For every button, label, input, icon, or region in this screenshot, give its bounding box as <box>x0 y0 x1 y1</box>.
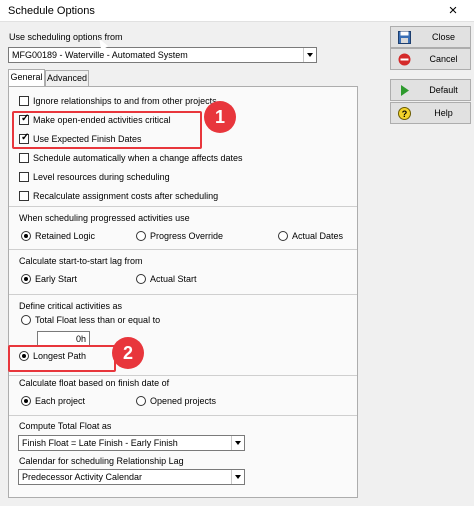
help-button-label: Help <box>434 108 453 118</box>
default-button[interactable]: Default <box>390 79 471 101</box>
retained-logic-radio[interactable] <box>21 231 31 241</box>
early-start-radio[interactable] <box>21 274 31 284</box>
cancel-button-label: Cancel <box>429 54 458 64</box>
window-close-icon[interactable]: × <box>440 1 466 21</box>
radio-selected-dot <box>24 234 28 238</box>
calendar-dropdown[interactable]: Predecessor Activity Calendar <box>18 469 245 485</box>
scheduling-source-dropdown[interactable]: MFG00189 - Waterville - Automated System <box>8 47 317 63</box>
level-resources-checkbox[interactable] <box>19 172 29 182</box>
float-basis-heading: Calculate float based on finish date of <box>19 378 170 388</box>
radio-selected-dot <box>24 277 28 281</box>
title-bar: Schedule Options × <box>0 0 474 22</box>
chevron-down-icon[interactable] <box>303 48 316 62</box>
divider <box>9 206 357 207</box>
recalc-costs-label: Recalculate assignment costs after sched… <box>33 191 219 201</box>
save-disk-icon <box>398 31 411 44</box>
critical-heading: Define critical activities as <box>19 301 123 311</box>
callout-badge-2: 2 <box>112 337 144 369</box>
total-float-compute-heading: Compute Total Float as <box>19 421 112 431</box>
progress-override-radio[interactable] <box>136 231 146 241</box>
opened-projects-label: Opened projects <box>150 396 217 406</box>
callout-box-1 <box>12 111 202 149</box>
divider <box>9 249 357 250</box>
actual-start-radio[interactable] <box>136 274 146 284</box>
radio-selected-dot <box>24 399 28 403</box>
scheduling-source-label: Use scheduling options from <box>9 32 123 42</box>
total-float-value: 0h <box>75 334 86 344</box>
divider <box>9 375 357 376</box>
close-button[interactable]: Close <box>390 26 471 48</box>
callout-box-2 <box>8 345 116 372</box>
divider <box>9 415 357 416</box>
cancel-button[interactable]: Cancel <box>390 48 471 70</box>
recalc-costs-checkbox[interactable] <box>19 191 29 201</box>
tab-general-label: General <box>10 72 43 82</box>
auto-schedule-checkbox[interactable] <box>19 153 29 163</box>
total-float-label: Total Float less than or equal to <box>35 315 161 325</box>
cancel-circle-icon <box>398 53 411 66</box>
help-question-icon: ? <box>398 107 411 120</box>
ignore-relationships-label: Ignore relationships to and from other p… <box>33 96 217 106</box>
actual-start-label: Actual Start <box>150 274 197 284</box>
progressed-heading: When scheduling progressed activities us… <box>19 213 190 223</box>
total-float-compute-value: Finish Float = Late Finish - Early Finis… <box>22 438 178 448</box>
each-project-radio[interactable] <box>21 396 31 406</box>
calendar-value: Predecessor Activity Calendar <box>22 472 143 482</box>
chevron-down-icon[interactable] <box>231 470 244 484</box>
early-start-label: Early Start <box>35 274 78 284</box>
actual-dates-label: Actual Dates <box>292 231 344 241</box>
calendar-heading: Calendar for scheduling Relationship Lag <box>19 456 184 466</box>
total-float-radio[interactable] <box>21 315 31 325</box>
tab-general[interactable]: General <box>8 69 45 86</box>
callout-badge-1: 1 <box>204 101 236 133</box>
retained-logic-label: Retained Logic <box>35 231 96 241</box>
divider <box>9 294 357 295</box>
scheduling-source-value: MFG00189 - Waterville - Automated System <box>12 50 188 60</box>
total-float-input[interactable]: 0h <box>37 331 90 346</box>
play-arrow-icon <box>401 85 409 96</box>
lag-heading: Calculate start-to-start lag from <box>19 256 143 266</box>
opened-projects-radio[interactable] <box>136 396 146 406</box>
svg-text:?: ? <box>402 109 408 119</box>
tab-advanced[interactable]: Advanced <box>45 70 89 86</box>
actual-dates-radio[interactable] <box>278 231 288 241</box>
total-float-compute-dropdown[interactable]: Finish Float = Late Finish - Early Finis… <box>18 435 245 451</box>
progress-override-label: Progress Override <box>150 231 224 241</box>
tab-advanced-label: Advanced <box>46 73 88 83</box>
close-button-label: Close <box>431 32 455 42</box>
auto-schedule-label: Schedule automatically when a change aff… <box>33 153 243 163</box>
ignore-relationships-checkbox[interactable] <box>19 96 29 106</box>
help-button[interactable]: ? Help <box>390 102 471 124</box>
chevron-down-icon[interactable] <box>231 436 244 450</box>
default-button-label: Default <box>429 85 458 95</box>
each-project-label: Each project <box>35 396 86 406</box>
level-resources-label: Level resources during scheduling <box>33 172 170 182</box>
window-title: Schedule Options <box>8 5 95 17</box>
